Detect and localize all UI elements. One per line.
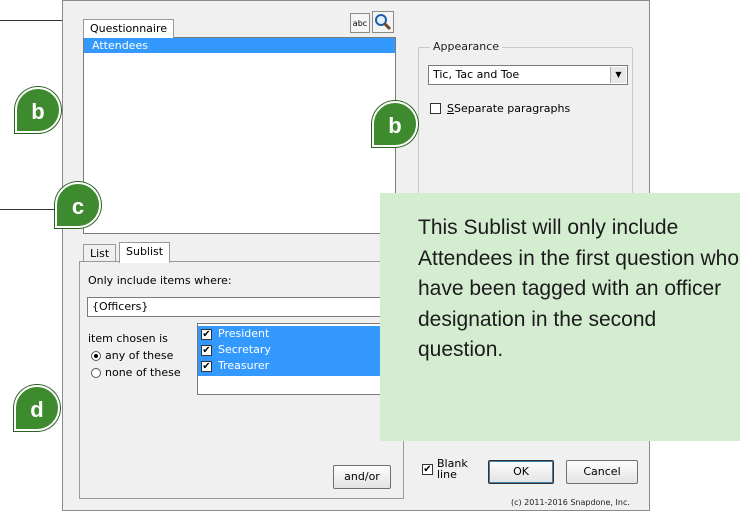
- officer-item[interactable]: Secretary: [218, 343, 271, 356]
- ok-button[interactable]: OK: [488, 460, 554, 484]
- search-icon: [375, 14, 392, 31]
- president-checkbox[interactable]: ✔: [201, 329, 212, 340]
- tab-list[interactable]: List: [83, 244, 117, 262]
- attendees-list[interactable]: Attendees: [83, 37, 396, 234]
- callout-badge-d: d: [14, 385, 60, 431]
- officer-item[interactable]: Treasurer: [218, 359, 269, 372]
- blank-line-label: Blank line: [437, 457, 468, 481]
- tab-questionnaire[interactable]: Questionnaire: [83, 19, 175, 38]
- secretary-checkbox[interactable]: ✔: [201, 345, 212, 356]
- separate-paragraphs-text: Separate paragraphs: [453, 102, 571, 115]
- appearance-value: Tic, Tac and Toe: [433, 68, 520, 81]
- officer-item[interactable]: President: [218, 327, 269, 340]
- callout-badge-b: b: [15, 87, 61, 133]
- and-or-button[interactable]: and/or: [333, 465, 391, 489]
- search-button[interactable]: [372, 11, 394, 33]
- callout-badge-c: c: [55, 182, 101, 228]
- chevron-down-icon[interactable]: ▼: [610, 67, 626, 83]
- filter-field[interactable]: {Officers}: [87, 297, 387, 317]
- radio-none[interactable]: [91, 368, 101, 378]
- separate-paragraphs-label: SSeparate paragraphs: [447, 102, 571, 115]
- only-include-label: Only include items where:: [88, 274, 232, 287]
- radio-any[interactable]: [91, 351, 101, 361]
- item-chosen-label: item chosen is: [88, 332, 168, 345]
- appearance-label: Appearance: [430, 40, 503, 53]
- callout-badge-b: b: [372, 101, 418, 147]
- filter-value: {Officers}: [92, 300, 149, 313]
- radio-none-label: none of these: [105, 366, 181, 379]
- copyright-text: (c) 2011-2016 Snapdone, Inc.: [511, 498, 630, 507]
- officers-list[interactable]: ✔ President ✔ Secretary ✔ Treasurer: [197, 323, 387, 395]
- cancel-button[interactable]: Cancel: [566, 460, 638, 484]
- tab-sublist[interactable]: Sublist: [119, 242, 171, 263]
- explanation-note: This Sublist will only include Attendees…: [380, 193, 740, 441]
- abc-button[interactable]: abc: [350, 13, 370, 33]
- treasurer-checkbox[interactable]: ✔: [201, 361, 212, 372]
- appearance-dropdown[interactable]: Tic, Tac and Toe ▼: [428, 65, 628, 85]
- list-item[interactable]: Attendees: [84, 38, 395, 53]
- separate-paragraphs-checkbox[interactable]: [430, 103, 441, 114]
- blank-line-checkbox[interactable]: ✔: [422, 464, 433, 475]
- radio-any-label: any of these: [105, 349, 174, 362]
